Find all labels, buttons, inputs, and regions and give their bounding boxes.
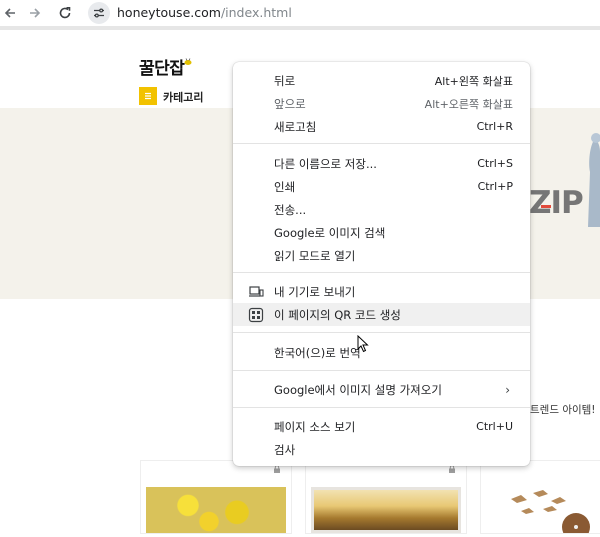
site-logo[interactable]: 꿀단잡 [139, 54, 185, 79]
menu-item-reading-mode[interactable]: 읽기 모드로 열기 [233, 244, 530, 267]
menu-item-shortcut: Ctrl+P [477, 180, 513, 193]
menu-item-label: 전송... [274, 202, 307, 217]
tune-icon [94, 8, 104, 18]
product-image[interactable] [481, 487, 596, 537]
address-bar[interactable]: honeytouse.com/index.html [117, 5, 292, 21]
menu-separator [233, 407, 530, 408]
wall-clock-birds-image [511, 490, 590, 537]
menu-item-translate[interactable]: 한국어(으)로 번역 [233, 341, 530, 364]
menu-item-label: 내 기기로 보내기 [274, 284, 356, 299]
banner-figure [588, 133, 600, 227]
menu-item-inspect[interactable]: 검사 [233, 438, 530, 461]
forward-button[interactable] [25, 3, 45, 23]
product-card[interactable] [480, 460, 600, 537]
menu-item-shortcut: Alt+왼쪽 화살표 [434, 74, 513, 88]
menu-item-label: 페이지 소스 보기 [274, 419, 356, 434]
menu-item-label: Google에서 이미지 설명 가져오기 [274, 382, 442, 397]
chevron-right-icon: › [505, 382, 510, 397]
arrow-left-icon [4, 8, 15, 18]
banner-accent [541, 205, 551, 208]
menu-item-image-descriptions[interactable]: Google에서 이미지 설명 가져오기 › [233, 378, 530, 401]
category-label[interactable]: 카테고리 [163, 89, 203, 105]
menu-item-reload[interactable]: 새로고침 Ctrl+R [233, 115, 530, 138]
menu-separator [233, 143, 530, 144]
back-button[interactable] [0, 3, 20, 23]
trend-items-heading: 트렌드 아이템! [530, 404, 596, 416]
product-image[interactable] [311, 487, 461, 533]
banner-title: ZIP [529, 185, 584, 221]
arrow-right-icon [30, 8, 41, 18]
lock-icon [274, 465, 280, 473]
menu-separator [233, 370, 530, 371]
site-info-button[interactable] [88, 2, 110, 24]
menu-item-label: 인쇄 [274, 179, 296, 194]
bee-icon [184, 58, 192, 65]
menu-item-label: 검사 [274, 442, 296, 457]
menu-item-label: 읽기 모드로 열기 [274, 248, 356, 263]
product-card[interactable] [305, 460, 467, 534]
reload-icon [59, 7, 71, 19]
mouse-cursor-icon [357, 335, 369, 353]
menu-item-print[interactable]: 인쇄 Ctrl+P [233, 175, 530, 198]
menu-item-view-source[interactable]: 페이지 소스 보기 Ctrl+U [233, 415, 530, 438]
menu-item-label: 앞으로 [274, 96, 306, 111]
menu-item-label: 다른 이름으로 저장... [274, 156, 377, 171]
menu-separator [233, 332, 530, 333]
menu-item-forward[interactable]: 앞으로 Alt+오른쪽 화살표 [233, 92, 530, 115]
menu-item-back[interactable]: 뒤로 Alt+왼쪽 화살표 [233, 69, 530, 92]
send-to-devices-icon [249, 286, 264, 297]
menu-item-label: 새로고침 [274, 119, 317, 134]
menu-item-shortcut: Ctrl+U [476, 420, 513, 433]
reload-button[interactable] [55, 3, 75, 23]
url-host: honeytouse.com [117, 5, 221, 20]
menu-icon [145, 92, 151, 100]
menu-item-search-images-google[interactable]: Google로 이미지 검색 [233, 221, 530, 244]
context-menu: 뒤로 Alt+왼쪽 화살표 앞으로 Alt+오른쪽 화살표 새로고침 Ctrl+… [233, 62, 530, 466]
menu-item-shortcut: Ctrl+S [477, 157, 513, 170]
category-menu-button[interactable] [139, 87, 157, 105]
toolbar-divider [0, 26, 600, 30]
menu-item-shortcut: Alt+오른쪽 화살표 [424, 97, 513, 111]
browser-toolbar: honeytouse.com/index.html [0, 0, 600, 26]
menu-item-label: 뒤로 [274, 73, 296, 88]
menu-item-cast[interactable]: 전송... [233, 198, 530, 221]
menu-item-shortcut: Ctrl+R [476, 120, 513, 133]
qr-code-icon [248, 307, 264, 323]
url-path: /index.html [220, 5, 292, 20]
product-card[interactable] [140, 460, 292, 534]
lock-icon [449, 465, 455, 473]
product-image[interactable] [146, 487, 286, 533]
menu-item-save-as[interactable]: 다른 이름으로 저장... Ctrl+S [233, 152, 530, 175]
menu-item-label: 이 페이지의 QR 코드 생성 [274, 307, 401, 322]
menu-item-send-to-devices[interactable]: 내 기기로 보내기 [233, 280, 530, 303]
menu-separator [233, 272, 530, 273]
menu-item-qr-code[interactable]: 이 페이지의 QR 코드 생성 [233, 303, 530, 326]
menu-item-label: Google로 이미지 검색 [274, 225, 386, 240]
menu-item-label: 한국어(으)로 번역 [274, 345, 361, 360]
